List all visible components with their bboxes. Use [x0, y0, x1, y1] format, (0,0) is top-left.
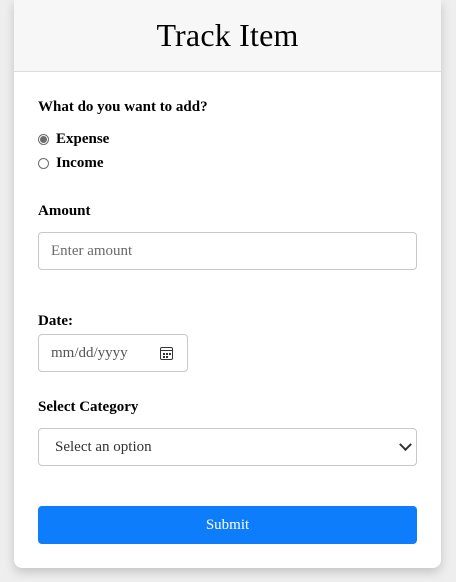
- date-label: Date:: [38, 313, 73, 329]
- category-select[interactable]: Select an option: [38, 428, 417, 466]
- chevron-down-icon: [399, 437, 412, 451]
- amount-placeholder: Enter amount: [51, 242, 133, 259]
- card-header: Track Item: [14, 0, 441, 72]
- type-question-label: What do you want to add?: [38, 99, 208, 115]
- submit-button[interactable]: Submit: [38, 506, 417, 544]
- amount-label: Amount: [38, 203, 91, 219]
- amount-input[interactable]: Enter amount: [38, 232, 417, 270]
- track-item-card: Track Item What do you want to add? Expe…: [14, 0, 441, 568]
- radio-expense[interactable]: Expense: [38, 131, 109, 148]
- category-label: Select Category: [38, 399, 139, 415]
- radio-expense-control[interactable]: [38, 134, 49, 145]
- date-input[interactable]: mm/dd/yyyy: [38, 334, 188, 372]
- radio-income-label: Income: [56, 155, 104, 171]
- radio-income-control[interactable]: [38, 158, 49, 169]
- date-placeholder: mm/dd/yyyy: [51, 344, 128, 361]
- radio-expense-label: Expense: [56, 131, 110, 147]
- page-title: Track Item: [156, 17, 299, 53]
- calendar-icon[interactable]: [160, 347, 173, 360]
- category-selected-value: Select an option: [55, 438, 152, 455]
- radio-income[interactable]: Income: [38, 155, 104, 172]
